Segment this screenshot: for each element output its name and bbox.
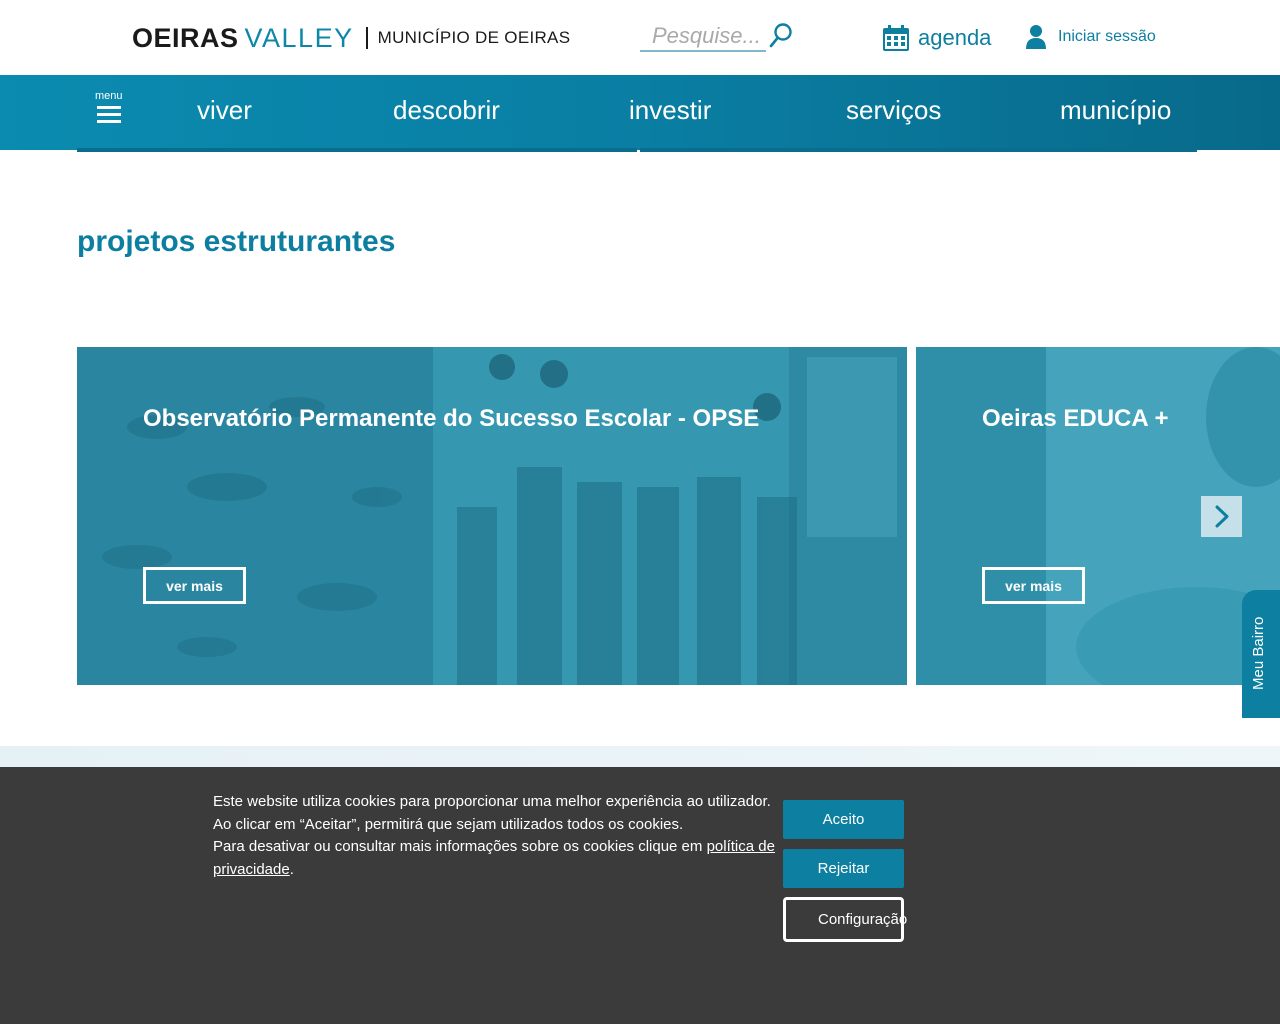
search-input[interactable] (640, 22, 766, 52)
cookie-settings-button[interactable]: Configuração (783, 897, 907, 942)
nav-item-municipio[interactable]: município (1060, 95, 1171, 126)
cookie-end: . (289, 860, 294, 878)
nav-item-servicos[interactable]: serviços (846, 95, 941, 126)
cookie-line-3: Para desativar ou consultar mais informa… (213, 838, 707, 855)
logo-oeiras-text: OEIRAS (132, 22, 239, 53)
cookie-banner: Este website utiliza cookies para propor… (0, 767, 1280, 1024)
agenda-label: agenda (918, 25, 992, 50)
nav-hero-strip (640, 148, 1197, 152)
card-title: Oeiras EDUCA + (982, 405, 1169, 432)
nav-hero-strip (77, 148, 637, 152)
search-icon (769, 23, 792, 48)
section-background-band (0, 746, 1280, 768)
chevron-right-icon (1215, 505, 1229, 528)
cookie-line-1: Este website utiliza cookies para propor… (213, 793, 771, 810)
ver-mais-button[interactable]: ver mais (982, 567, 1085, 604)
login-link[interactable]: Iniciar sessão (1025, 24, 1156, 50)
agenda-link[interactable]: agenda (882, 24, 991, 52)
logo-municipio-text: MUNICÍPIO DE OEIRAS (377, 28, 571, 47)
hamburger-icon (97, 106, 121, 127)
accept-cookies-button[interactable]: Aceito (783, 800, 904, 839)
card-photo (77, 347, 907, 685)
cookie-message: Este website utiliza cookies para propor… (213, 791, 778, 881)
nav-item-viver[interactable]: viver (197, 95, 252, 126)
login-label: Iniciar sessão (1058, 28, 1156, 45)
ver-mais-button[interactable]: ver mais (143, 567, 246, 604)
calendar-icon (883, 25, 909, 51)
site-logo[interactable]: OEIRAS VALLEY MUNICÍPIO DE OEIRAS (132, 22, 570, 54)
meu-bairro-tab[interactable]: Meu Bairro (1242, 590, 1280, 718)
user-icon (1026, 25, 1046, 49)
nav-item-investir[interactable]: investir (629, 95, 711, 126)
card-title: Observatório Permanente do Sucesso Escol… (143, 405, 760, 432)
cookie-line-2: Ao clicar em “Aceitar”, permitirá que se… (213, 815, 684, 833)
section-title: projetos estruturantes (77, 225, 396, 258)
menu-button[interactable]: menu (95, 90, 125, 130)
search-button[interactable] (768, 22, 794, 50)
logo-divider (365, 27, 368, 49)
logo-valley-text: VALLEY (244, 22, 354, 53)
menu-label: menu (95, 90, 123, 102)
reject-cookies-button[interactable]: Rejeitar (783, 849, 904, 888)
carousel-next-button[interactable] (1201, 496, 1242, 537)
main-nav: menu viver descobrir investir serviços m… (0, 75, 1280, 150)
nav-item-descobrir[interactable]: descobrir (393, 95, 500, 126)
project-card: Observatório Permanente do Sucesso Escol… (77, 347, 907, 685)
meu-bairro-label: Meu Bairro (1250, 616, 1267, 690)
site-header: OEIRAS VALLEY MUNICÍPIO DE OEIRAS agenda (0, 0, 1280, 75)
search-box (640, 22, 792, 52)
